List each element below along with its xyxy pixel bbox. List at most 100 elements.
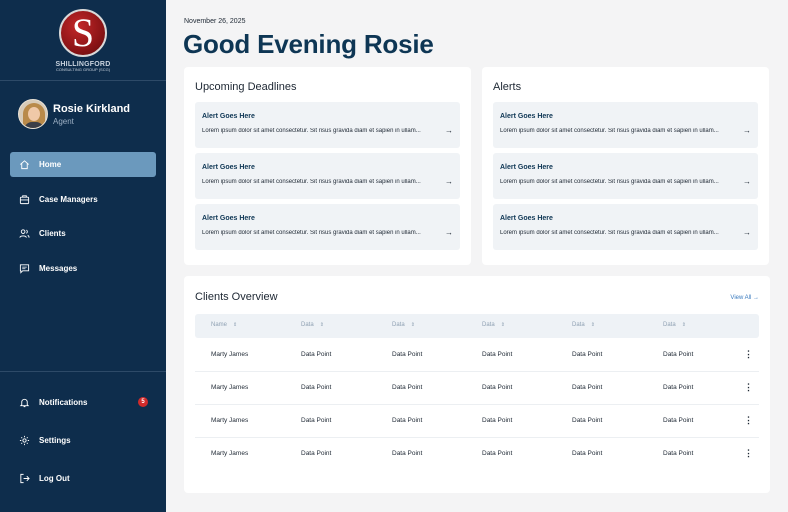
sidebar-item-clients[interactable]: Clients: [10, 221, 156, 246]
more-options-icon[interactable]: ⋮: [744, 349, 753, 360]
column-label: Data: [482, 322, 495, 328]
sort-icon[interactable]: ⇕: [411, 322, 415, 328]
clients-overview-card: Clients Overview View All → Name ⇕ Data ⇕ …: [184, 276, 770, 493]
column-header-data[interactable]: Data ⇕: [482, 322, 505, 328]
sidebar-item-home[interactable]: Home: [10, 152, 156, 177]
alert-title: Alert Goes Here: [202, 215, 255, 222]
alert-body: Lorem ipsum dolor sit amet consectetur. …: [202, 230, 421, 236]
alert-item[interactable]: Alert Goes Here Lorem ipsum dolor sit am…: [493, 153, 758, 199]
notification-count-badge: 5: [138, 397, 148, 407]
sidebar-item-label: Home: [39, 160, 62, 169]
arrow-right-icon[interactable]: →: [743, 126, 751, 135]
alerts-card: Alerts Alert Goes Here Lorem ipsum dolor…: [482, 67, 769, 265]
logo-subtitle: CONSULTING GROUP (SCG): [55, 67, 111, 72]
sidebar-item-logout[interactable]: Log Out: [10, 466, 156, 491]
alert-body: Lorem ipsum dolor sit amet consectetur. …: [202, 179, 421, 185]
table-cell: Data Point: [663, 351, 694, 358]
user-profile[interactable]: Rosie Kirkland Agent: [18, 99, 158, 131]
alert-body: Lorem ipsum dolor sit amet consectetur. …: [500, 128, 719, 134]
sidebar-item-label: Log Out: [39, 474, 70, 483]
alert-title: Alert Goes Here: [500, 215, 553, 222]
table-row[interactable]: Marty James Data Point Data Point Data P…: [195, 405, 759, 438]
table-cell: Data Point: [663, 384, 694, 391]
alert-item[interactable]: Alert Goes Here Lorem ipsum dolor sit am…: [493, 204, 758, 250]
table-cell: Marty James: [211, 450, 249, 457]
table-cell: Data Point: [301, 417, 332, 424]
arrow-right-icon[interactable]: →: [743, 177, 751, 186]
table-cell: Data Point: [572, 450, 603, 457]
table-row[interactable]: Marty James Data Point Data Point Data P…: [195, 438, 759, 471]
sidebar-item-settings[interactable]: Settings: [10, 428, 156, 453]
column-label: Data: [663, 322, 676, 328]
sidebar-item-notifications[interactable]: Notifications 5: [10, 390, 156, 415]
deadline-item[interactable]: Alert Goes Here Lorem ipsum dolor sit am…: [195, 153, 460, 199]
sort-icon[interactable]: ⇕: [501, 322, 505, 328]
gear-icon: [19, 435, 30, 446]
avatar: [18, 99, 48, 129]
page-title: Good Evening Rosie: [183, 29, 434, 59]
card-title: Alerts: [493, 81, 522, 93]
more-options-icon[interactable]: ⋮: [744, 448, 753, 459]
card-title: Upcoming Deadlines: [195, 81, 297, 93]
alert-title: Alert Goes Here: [500, 113, 553, 120]
briefcase-icon: [19, 195, 30, 205]
arrow-right-icon[interactable]: →: [445, 177, 453, 186]
column-label: Name: [211, 322, 228, 328]
arrow-right-icon[interactable]: →: [445, 228, 453, 237]
card-title: Clients Overview: [195, 291, 278, 303]
column-header-data[interactable]: Data ⇕: [392, 322, 415, 328]
arrow-right-icon[interactable]: →: [445, 126, 453, 135]
sidebar-item-label: Messages: [39, 264, 78, 273]
arrow-right-icon[interactable]: →: [743, 228, 751, 237]
message-icon: [19, 264, 30, 274]
profile-name: Rosie Kirkland: [53, 103, 131, 115]
deadline-item[interactable]: Alert Goes Here Lorem ipsum dolor sit am…: [195, 102, 460, 148]
more-options-icon[interactable]: ⋮: [744, 415, 753, 426]
table-cell: Data Point: [392, 450, 423, 457]
table-cell: Data Point: [482, 417, 513, 424]
table-cell: Marty James: [211, 351, 249, 358]
alert-body: Lorem ipsum dolor sit amet consectetur. …: [500, 179, 719, 185]
sidebar-item-label: Notifications: [39, 398, 88, 407]
table-cell: Data Point: [572, 384, 603, 391]
alert-item[interactable]: Alert Goes Here Lorem ipsum dolor sit am…: [493, 102, 758, 148]
sidebar-item-label: Settings: [39, 436, 71, 445]
view-all-link[interactable]: View All →: [730, 295, 759, 301]
column-header-name[interactable]: Name ⇕: [211, 322, 237, 328]
sidebar-divider: [0, 371, 166, 372]
column-label: Data: [572, 322, 585, 328]
column-header-data[interactable]: Data ⇕: [301, 322, 324, 328]
table-cell: Data Point: [572, 351, 603, 358]
logo-emblem: S: [59, 9, 107, 57]
sidebar-item-case-managers[interactable]: Case Managers: [10, 187, 156, 212]
sidebar-item-messages[interactable]: Messages: [10, 256, 156, 281]
logo-letter: S: [71, 10, 95, 55]
table-cell: Data Point: [392, 417, 423, 424]
more-options-icon[interactable]: ⋮: [744, 382, 753, 393]
home-icon: [20, 160, 29, 170]
alert-title: Alert Goes Here: [202, 113, 255, 120]
sort-icon[interactable]: ⇕: [233, 322, 237, 328]
sort-icon[interactable]: ⇕: [320, 322, 324, 328]
upcoming-deadlines-card: Upcoming Deadlines Alert Goes Here Lorem…: [184, 67, 471, 265]
sort-icon[interactable]: ⇕: [591, 322, 595, 328]
logo[interactable]: S SHILLINGFORD CONSULTING GROUP (SCG): [0, 0, 166, 81]
table-cell: Data Point: [301, 384, 332, 391]
alert-body: Lorem ipsum dolor sit amet consectetur. …: [500, 230, 719, 236]
table-row[interactable]: Marty James Data Point Data Point Data P…: [195, 339, 759, 372]
table-row[interactable]: Marty James Data Point Data Point Data P…: [195, 372, 759, 405]
sidebar-item-label: Case Managers: [39, 195, 98, 204]
users-icon: [19, 229, 30, 238]
logout-icon: [20, 473, 30, 484]
table-cell: Data Point: [301, 351, 332, 358]
alert-title: Alert Goes Here: [500, 164, 553, 171]
table-cell: Data Point: [482, 384, 513, 391]
table-cell: Data Point: [301, 450, 332, 457]
sort-icon[interactable]: ⇕: [682, 322, 686, 328]
view-all-label: View All: [730, 295, 752, 301]
table-cell: Data Point: [572, 417, 603, 424]
column-header-data[interactable]: Data ⇕: [572, 322, 595, 328]
table-cell: Marty James: [211, 417, 249, 424]
deadline-item[interactable]: Alert Goes Here Lorem ipsum dolor sit am…: [195, 204, 460, 250]
column-header-data[interactable]: Data ⇕: [663, 322, 686, 328]
